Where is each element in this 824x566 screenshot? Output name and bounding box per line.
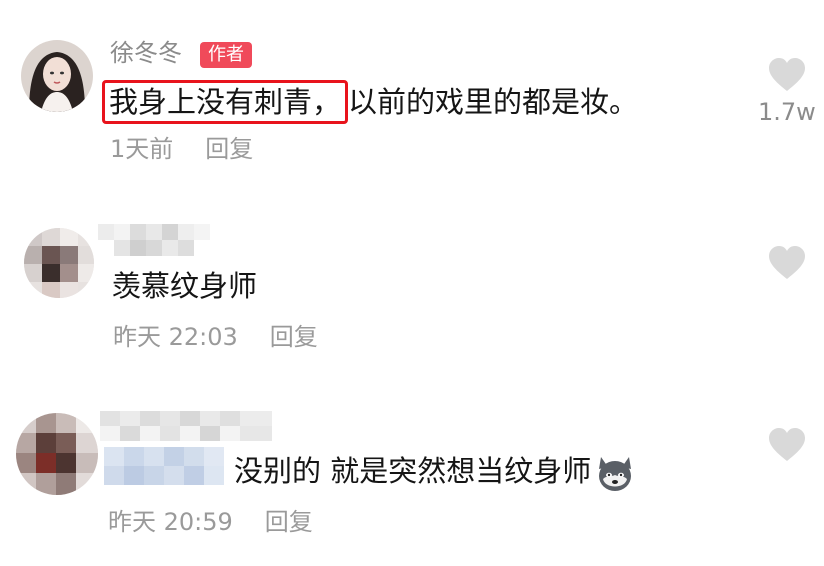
like-count: 1.7w [758,98,816,126]
blurred-mention[interactable] [104,447,224,485]
comment-time: 昨天 20:59 [108,508,233,536]
heart-icon [769,428,805,461]
reply-button[interactable]: 回复 [205,135,253,163]
reply-button[interactable]: 回复 [265,508,313,536]
like-button[interactable] [768,246,806,284]
comment-meta: 昨天 22:03 回复 [113,322,318,352]
comment-time: 昨天 22:03 [113,323,238,351]
reply-button[interactable]: 回复 [270,323,318,351]
like-button[interactable] [768,428,806,466]
avatar[interactable] [21,40,93,112]
blurred-username[interactable] [100,411,272,441]
comment-item: 没别的 就是突然想当纹身师 昨天 20:59 回复 [0,395,824,566]
avatar[interactable] [24,228,94,298]
comment-text: 羡慕纹身师 [112,269,258,303]
highlighted-text: 我身上没有刺青， [102,80,349,124]
comment-text: 没别的 就是突然想当纹身师 [234,450,635,493]
author-badge: 作者 [200,42,252,68]
heart-icon [769,246,805,279]
comment-text-rest: 以前的戏里的都是妆。 [348,85,639,119]
comment-text: 我身上没有刺青， 以前的戏里的都是妆。 [102,80,639,124]
comment-item: 徐冬冬 作者 我身上没有刺青， 以前的戏里的都是妆。 1天前 回复 1.7w [0,0,824,190]
blurred-username[interactable] [98,224,210,256]
comment-item: 羡慕纹身师 昨天 22:03 回复 [0,210,824,370]
comment-time: 1天前 [110,135,174,163]
husky-dog-icon [595,453,635,493]
comment-meta: 昨天 20:59 回复 [108,507,313,537]
comment-meta: 1天前 回复 [110,134,253,164]
like-button[interactable] [768,58,806,96]
comment-author[interactable]: 徐冬冬 [110,38,182,68]
comment-text-body: 没别的 就是突然想当纹身师 [234,454,592,488]
avatar[interactable] [16,413,98,495]
heart-icon [769,58,805,91]
